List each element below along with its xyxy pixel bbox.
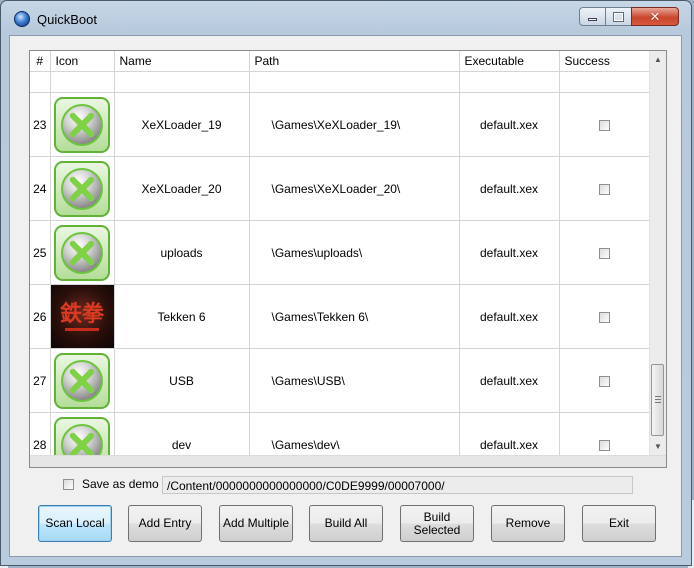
build-all-button[interactable]: Build All <box>309 505 383 542</box>
success-cell[interactable] <box>559 156 651 221</box>
column-header-path[interactable]: Path <box>249 51 460 72</box>
column-header-executable[interactable]: Executable <box>459 51 560 72</box>
column-header-icon[interactable]: Icon <box>50 51 115 72</box>
table-row[interactable]: 24 XeXLoader_20 \Games\XeXLoader_20\ defaul… <box>30 156 651 221</box>
remove-button[interactable]: Remove <box>491 505 565 542</box>
add-entry-button[interactable]: Add Entry <box>128 505 202 542</box>
success-checkbox[interactable] <box>599 375 610 387</box>
table-row[interactable]: 27 USB \Games\USB\ default.xex <box>30 348 651 413</box>
table-row[interactable]: 23 XeXLoader_19 \Games\XeXLoader_19\ defaul… <box>30 92 651 157</box>
xbox-logo-sphere <box>61 359 103 402</box>
path-cell[interactable] <box>249 71 460 93</box>
scroll-down-arrow-icon[interactable]: ▼ <box>650 438 666 455</box>
name-cell[interactable] <box>114 71 250 93</box>
row-number-cell[interactable]: 25 <box>30 220 51 285</box>
name-cell[interactable]: USB <box>114 348 250 413</box>
title-bar[interactable]: QuickBoot ✕ <box>1 1 691 35</box>
table-row[interactable]: 25 uploads \Games\uploads\ default.xex <box>30 220 651 285</box>
icon-cell[interactable]: 鉄拳 <box>50 284 115 349</box>
success-cell[interactable] <box>559 92 651 157</box>
icon-cell[interactable] <box>50 220 115 285</box>
minimize-button[interactable] <box>579 7 606 26</box>
save-as-demo-checkbox[interactable] <box>63 478 74 490</box>
demo-path-field[interactable]: /Content/0000000000000000/C0DE9999/00007… <box>162 476 633 494</box>
close-button[interactable]: ✕ <box>631 7 679 26</box>
horizontal-scrollbar[interactable] <box>30 455 666 467</box>
icon-cell[interactable] <box>50 92 115 157</box>
xbox-logo-sphere <box>61 167 103 210</box>
success-checkbox[interactable] <box>599 247 610 259</box>
scroll-up-arrow-icon[interactable]: ▲ <box>650 51 666 68</box>
column-header-number[interactable]: # <box>30 51 51 72</box>
quickboot-window: QuickBoot ✕ # Icon Name Path Executable <box>0 0 692 566</box>
build-selected-button[interactable]: Build Selected <box>400 505 474 542</box>
scan-local-button[interactable]: Scan Local <box>38 505 112 542</box>
row-number-cell[interactable]: 26 <box>30 284 51 349</box>
xbox-icon <box>54 352 110 409</box>
app-icon <box>14 11 30 27</box>
executable-cell[interactable]: default.xex <box>459 220 560 285</box>
name-cell[interactable]: XeXLoader_19 <box>114 92 250 157</box>
xbox-logo-sphere <box>61 103 103 146</box>
tekken-logo-underline <box>65 327 99 331</box>
icon-cell[interactable] <box>50 71 115 93</box>
path-cell[interactable]: \Games\XeXLoader_19\ <box>249 92 460 157</box>
column-header-name[interactable]: Name <box>114 51 250 72</box>
success-checkbox[interactable] <box>599 311 610 323</box>
xbox-icon <box>54 96 110 153</box>
maximize-icon <box>614 12 623 21</box>
save-as-demo-label: Save as demo <box>82 477 159 491</box>
games-table: # Icon Name Path Executable Success 23 Xe… <box>30 51 651 467</box>
path-cell[interactable]: \Games\XeXLoader_20\ <box>249 156 460 221</box>
path-cell[interactable]: \Games\uploads\ <box>249 220 460 285</box>
tekken-logo-text: 鉄拳 <box>59 300 104 327</box>
scroll-grip <box>655 399 661 400</box>
name-cell[interactable]: XeXLoader_20 <box>114 156 250 221</box>
icon-cell[interactable] <box>50 348 115 413</box>
success-cell[interactable] <box>559 348 651 413</box>
path-cell[interactable]: \Games\Tekken 6\ <box>249 284 460 349</box>
table-row[interactable]: 26 鉄拳 Tekken 6 \Games\Tekken 6\ default.xex <box>30 284 651 349</box>
close-icon: ✕ <box>649 9 661 24</box>
executable-cell[interactable]: default.xex <box>459 284 560 349</box>
executable-cell[interactable]: default.xex <box>459 156 560 221</box>
table-row[interactable] <box>30 71 651 93</box>
xbox-icon <box>54 224 110 281</box>
add-multiple-button[interactable]: Add Multiple <box>219 505 293 542</box>
client-area: # Icon Name Path Executable Success 23 Xe… <box>9 35 682 557</box>
success-cell[interactable] <box>559 71 651 93</box>
success-cell[interactable] <box>559 220 651 285</box>
scroll-thumb[interactable] <box>651 364 664 436</box>
scroll-grip <box>655 396 661 397</box>
maximize-button[interactable] <box>605 7 632 26</box>
success-checkbox[interactable] <box>599 119 610 131</box>
name-cell[interactable]: Tekken 6 <box>114 284 250 349</box>
minimize-icon <box>588 18 597 21</box>
window-title: QuickBoot <box>37 12 97 27</box>
column-header-success[interactable]: Success <box>559 51 651 72</box>
vertical-scrollbar[interactable]: ▲ ▼ <box>649 51 666 455</box>
name-cell[interactable]: uploads <box>114 220 250 285</box>
row-number-cell[interactable] <box>30 71 51 93</box>
success-checkbox[interactable] <box>599 183 610 195</box>
exit-button[interactable]: Exit <box>582 505 656 542</box>
row-number-cell[interactable]: 24 <box>30 156 51 221</box>
success-cell[interactable] <box>559 284 651 349</box>
executable-cell[interactable]: default.xex <box>459 348 560 413</box>
executable-cell[interactable]: default.xex <box>459 92 560 157</box>
xbox-logo-sphere <box>61 231 103 274</box>
row-number-cell[interactable]: 27 <box>30 348 51 413</box>
header-row: # Icon Name Path Executable Success <box>30 51 651 72</box>
games-grid[interactable]: # Icon Name Path Executable Success 23 Xe… <box>29 50 667 468</box>
icon-cell[interactable] <box>50 156 115 221</box>
grid-body: 23 XeXLoader_19 \Games\XeXLoader_19\ defaul… <box>30 71 651 467</box>
scroll-grip <box>655 402 661 403</box>
success-checkbox[interactable] <box>599 439 610 451</box>
row-number-cell[interactable]: 23 <box>30 92 51 157</box>
xbox-icon <box>54 160 110 217</box>
path-cell[interactable]: \Games\USB\ <box>249 348 460 413</box>
executable-cell[interactable] <box>459 71 560 93</box>
save-as-demo-row: Save as demo <box>63 477 159 491</box>
tekken-icon: 鉄拳 <box>50 285 114 348</box>
